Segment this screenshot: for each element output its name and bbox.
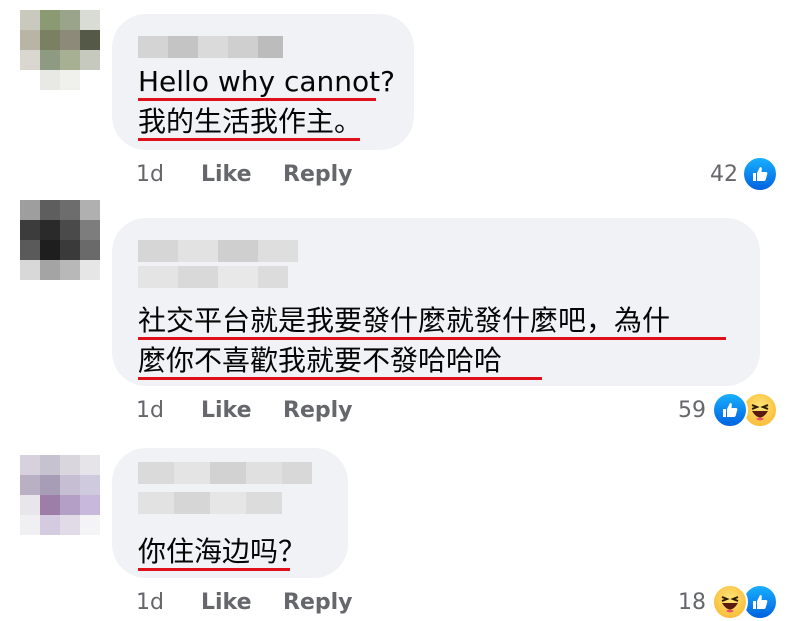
like-icon [742, 156, 778, 192]
reply-button[interactable]: Reply [283, 162, 353, 187]
avatar[interactable] [20, 10, 100, 90]
reaction-count[interactable]: 42 [690, 162, 738, 187]
highlight-underline [138, 98, 376, 101]
timestamp[interactable]: 1d [136, 162, 164, 187]
reply-button[interactable]: Reply [283, 398, 353, 423]
reaction-count[interactable]: 18 [658, 590, 706, 615]
author-name[interactable] [138, 36, 283, 58]
highlight-underline [138, 377, 542, 380]
like-button[interactable]: Like [201, 590, 252, 615]
comment-line: Hello why cannot? [138, 62, 395, 102]
highlight-underline [138, 138, 360, 141]
highlight-underline [138, 568, 290, 571]
like-icon [712, 392, 748, 428]
timestamp[interactable]: 1d [136, 398, 164, 423]
like-button[interactable]: Like [201, 162, 252, 187]
comment-line: 我的生活我作主。 [138, 102, 395, 142]
comment-text: Hello why cannot? 我的生活我作主。 [138, 62, 395, 142]
haha-icon [712, 584, 748, 620]
comment-text: 社交平台就是我要發什麼就發什麼吧，為什 麼你不喜歡我就要不發哈哈哈 [138, 301, 726, 381]
timestamp[interactable]: 1d [136, 590, 164, 615]
avatar[interactable] [20, 200, 100, 280]
comment-text: 你住海边吗？ [138, 532, 306, 572]
author-name-line-2 [138, 492, 282, 514]
author-name-line-2 [138, 266, 288, 288]
author-name[interactable] [138, 240, 298, 262]
highlight-underline [138, 337, 726, 340]
comment-line: 社交平台就是我要發什麼就發什麼吧，為什 [138, 301, 726, 341]
like-button[interactable]: Like [201, 398, 252, 423]
reaction-count[interactable]: 59 [658, 398, 706, 423]
comment-line: 你住海边吗？ [138, 532, 306, 572]
author-name[interactable] [138, 462, 312, 484]
comment-line: 麼你不喜歡我就要不發哈哈哈 [138, 341, 670, 381]
avatar[interactable] [20, 455, 100, 535]
reply-button[interactable]: Reply [283, 590, 353, 615]
